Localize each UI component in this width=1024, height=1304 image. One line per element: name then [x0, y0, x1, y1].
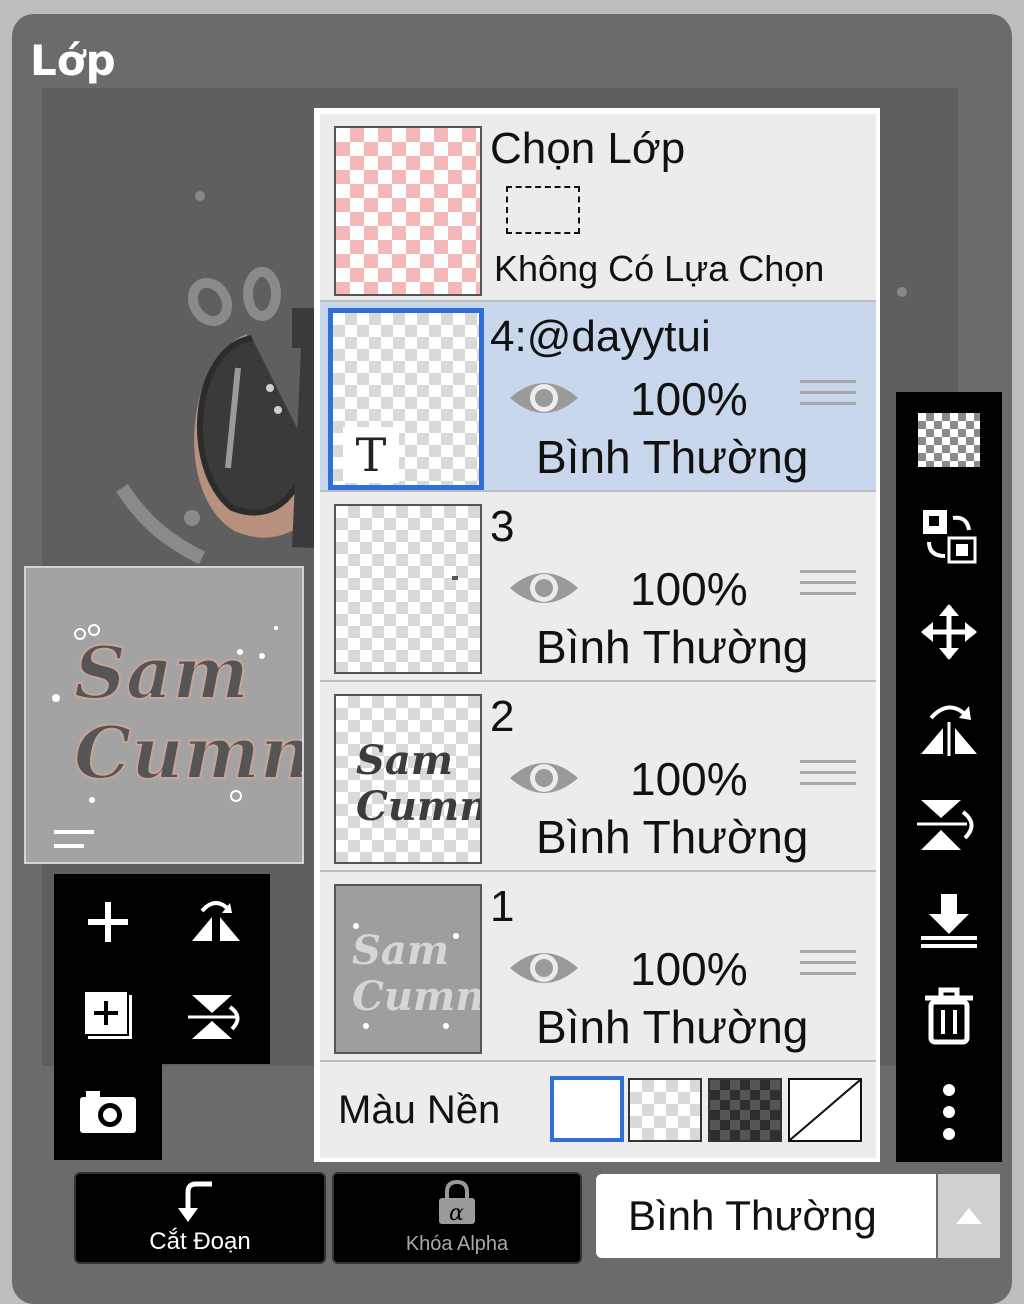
layer-opacity[interactable]: 100%: [630, 942, 748, 996]
layers-list: Chọn Lớp Không Có Lựa Chọn T 4:@dayytui …: [314, 108, 880, 1162]
clipping-button[interactable]: Cắt Đoạn: [74, 1172, 326, 1264]
camera-icon: [80, 1090, 136, 1133]
layer-row-1[interactable]: Sam Cumn 1 100% Bình Thường: [320, 872, 876, 1062]
eye-icon[interactable]: [506, 944, 582, 992]
preview-artwork: Sam Cumn: [52, 624, 313, 848]
caret-up-icon: [956, 1208, 982, 1224]
drag-handle-icon[interactable]: [800, 380, 856, 413]
bg-transparent-swatch[interactable]: [628, 1078, 702, 1142]
trash-icon: [925, 987, 973, 1045]
selection-thumbnail: [334, 126, 482, 296]
layer-opacity[interactable]: 100%: [630, 562, 748, 616]
alpha-lock-button[interactable]: α Khóa Alpha: [332, 1172, 582, 1264]
transparency-button[interactable]: [896, 392, 1002, 488]
svg-text:Cumn: Cumn: [74, 710, 302, 795]
layer-thumb-speck: [452, 576, 458, 580]
lock-icon: α: [439, 1179, 475, 1226]
selection-title: Chọn Lớp: [490, 124, 686, 173]
background-label: Màu Nền: [338, 1088, 501, 1132]
add-layer-button[interactable]: [54, 874, 162, 969]
layer-blend-mode: Bình Thường: [536, 621, 809, 673]
layer-thumb-art: Sam Cumn: [356, 737, 488, 830]
flip-layer-vertical-button[interactable]: [896, 776, 1002, 872]
add-layer-icon: [83, 989, 132, 1039]
layer-thumbnail: T: [328, 308, 484, 490]
layer-opacity[interactable]: 100%: [630, 372, 748, 426]
bg-white-swatch[interactable]: [550, 1076, 624, 1142]
camera-toolbar: [54, 1064, 162, 1160]
layer-thumbnail: [334, 504, 482, 674]
transparency-icon: [918, 413, 980, 467]
flip-horizontal-button[interactable]: [162, 874, 270, 969]
flip-horizontal-icon: [921, 705, 977, 756]
layer-row-4[interactable]: T 4:@dayytui 100% Bình Thường: [320, 302, 876, 492]
svg-text:α: α: [449, 1201, 464, 1226]
add-layer-copy-button[interactable]: [54, 969, 162, 1064]
selection-status: Không Có Lựa Chọn: [494, 248, 825, 289]
flip-vertical-button[interactable]: [162, 969, 270, 1064]
panel-title: Lớp: [30, 36, 116, 85]
import-photo-button[interactable]: [54, 1064, 162, 1159]
svg-text:Sam: Sam: [356, 737, 453, 784]
bg-dark-checker-swatch[interactable]: [708, 1078, 782, 1142]
layer-row-2[interactable]: Sam Cumn 2 100% Bình Thường: [320, 682, 876, 872]
more-vertical-icon: [943, 1084, 955, 1140]
more-options-button[interactable]: [896, 1064, 1002, 1160]
selection-layer-row[interactable]: Chọn Lớp Không Có Lựa Chọn: [320, 114, 876, 302]
flip-layer-horizontal-button[interactable]: [896, 680, 1002, 776]
text-layer-icon: T: [343, 427, 399, 483]
svg-text:Sam: Sam: [74, 630, 249, 715]
svg-text:Sam: Sam: [352, 927, 449, 974]
blend-mode-dropdown-button[interactable]: [938, 1174, 1000, 1258]
blend-mode-select[interactable]: Bình Thường: [596, 1174, 936, 1258]
layer-blend-mode: Bình Thường: [536, 431, 809, 483]
layer-name: 4:@dayytui: [490, 312, 711, 361]
drag-handle-icon[interactable]: [800, 950, 856, 983]
eye-icon[interactable]: [506, 564, 582, 612]
drag-handle-icon[interactable]: [800, 760, 856, 793]
flip-vertical-icon: [188, 994, 240, 1039]
drag-handle-icon[interactable]: [800, 570, 856, 603]
layer-blend-mode: Bình Thường: [536, 1001, 809, 1053]
layer-opacity[interactable]: 100%: [630, 752, 748, 806]
layer-name: 1: [490, 882, 515, 931]
plus-icon: [88, 901, 128, 942]
clip-label: Cắt Đoạn: [149, 1228, 251, 1255]
move-icon: [921, 604, 977, 660]
layer-thumb-art: Sam Cumn: [352, 923, 484, 1029]
bg-none-swatch[interactable]: [788, 1078, 862, 1142]
swap-layers-button[interactable]: [896, 488, 1002, 584]
clip-arrow-icon: [178, 1181, 212, 1222]
left-toolbar: [54, 874, 270, 1064]
background-color-row: Màu Nền: [320, 1062, 876, 1158]
layer-thumbnail: Sam Cumn: [334, 884, 484, 1054]
layer-name: 2: [490, 692, 515, 741]
right-toolbar: [896, 392, 1002, 1162]
layer-thumbnail: Sam Cumn: [334, 694, 488, 864]
svg-text:Cumn: Cumn: [352, 973, 480, 1020]
flip-horizontal-icon: [192, 900, 240, 941]
no-color-icon: [789, 1079, 861, 1141]
merge-down-button[interactable]: [896, 872, 1002, 968]
canvas-preview[interactable]: Sam Cumn: [24, 566, 313, 864]
flip-vertical-icon: [917, 800, 974, 850]
delete-layer-button[interactable]: [896, 968, 1002, 1064]
eye-icon[interactable]: [506, 374, 582, 422]
eye-icon[interactable]: [506, 754, 582, 802]
merge-down-icon: [921, 894, 977, 948]
layer-blend-mode: Bình Thường: [536, 811, 809, 863]
alpha-lock-label: Khóa Alpha: [405, 1233, 509, 1255]
selection-marquee-icon: [506, 186, 580, 234]
move-button[interactable]: [896, 584, 1002, 680]
layer-name: 3: [490, 502, 515, 551]
swap-layers-icon: [923, 510, 977, 564]
layer-row-3[interactable]: 3 100% Bình Thường: [320, 492, 876, 682]
svg-text:Cumn: Cumn: [356, 783, 480, 830]
